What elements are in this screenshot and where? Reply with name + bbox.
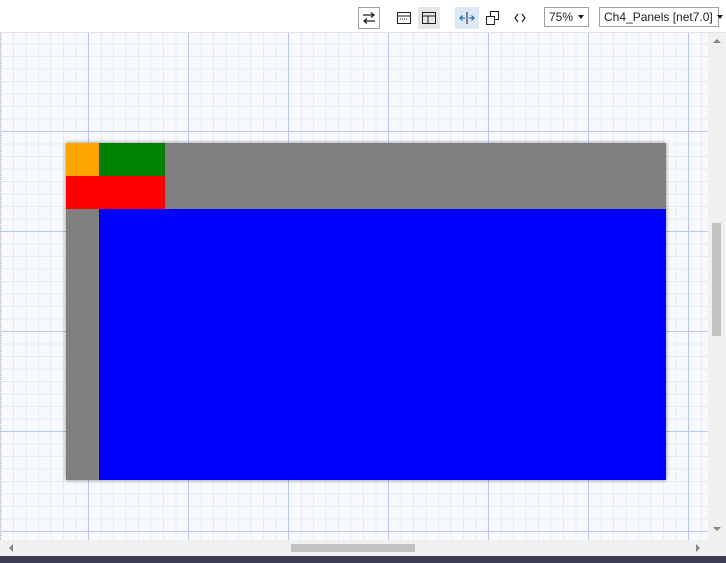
swap-icon	[362, 12, 376, 24]
designer-toolbar: 75% Ch4_Panels [net7.0]	[0, 0, 726, 33]
vertical-split-button[interactable]	[418, 7, 440, 29]
scroll-up-icon[interactable]	[713, 39, 721, 43]
swap-panes-button[interactable]	[358, 7, 380, 29]
red-panel[interactable]	[66, 176, 165, 209]
xaml-code-icon	[514, 13, 526, 23]
vertical-split-icon	[422, 12, 436, 24]
scroll-down-icon[interactable]	[713, 527, 721, 531]
vertical-scroll-thumb[interactable]	[712, 223, 721, 336]
chevron-down-icon	[578, 15, 584, 19]
window-artboard[interactable]	[66, 143, 666, 480]
copy-icon	[486, 11, 500, 25]
fit-width-icon	[459, 12, 475, 24]
project-dropdown[interactable]: Ch4_Panels [net7.0]	[599, 7, 723, 27]
scroll-right-icon[interactable]	[696, 544, 700, 552]
horizontal-split-button[interactable]	[394, 7, 414, 29]
orange-panel[interactable]	[66, 143, 99, 176]
horizontal-split-icon	[397, 12, 411, 24]
horizontal-scroll-thumb[interactable]	[291, 544, 415, 552]
green-panel[interactable]	[99, 143, 165, 176]
left-bar-panel[interactable]	[66, 209, 99, 480]
project-value: Ch4_Panels [net7.0]	[604, 10, 713, 24]
fit-width-button[interactable]	[455, 7, 479, 29]
vertical-scrollbar[interactable]	[708, 33, 726, 540]
blue-panel[interactable]	[99, 209, 666, 480]
bottom-status-strip	[0, 556, 726, 563]
zoom-value: 75%	[549, 10, 574, 24]
zoom-dropdown[interactable]: 75%	[544, 7, 589, 27]
chevron-down-icon	[716, 15, 723, 19]
scrollbar-corner	[708, 540, 726, 556]
copy-button[interactable]	[483, 7, 503, 29]
xaml-code-button[interactable]	[510, 7, 530, 29]
designer-window: 75% Ch4_Panels [net7.0]	[0, 0, 726, 563]
horizontal-scrollbar[interactable]	[0, 540, 708, 556]
scroll-left-icon[interactable]	[9, 544, 13, 552]
design-canvas[interactable]	[0, 33, 708, 540]
